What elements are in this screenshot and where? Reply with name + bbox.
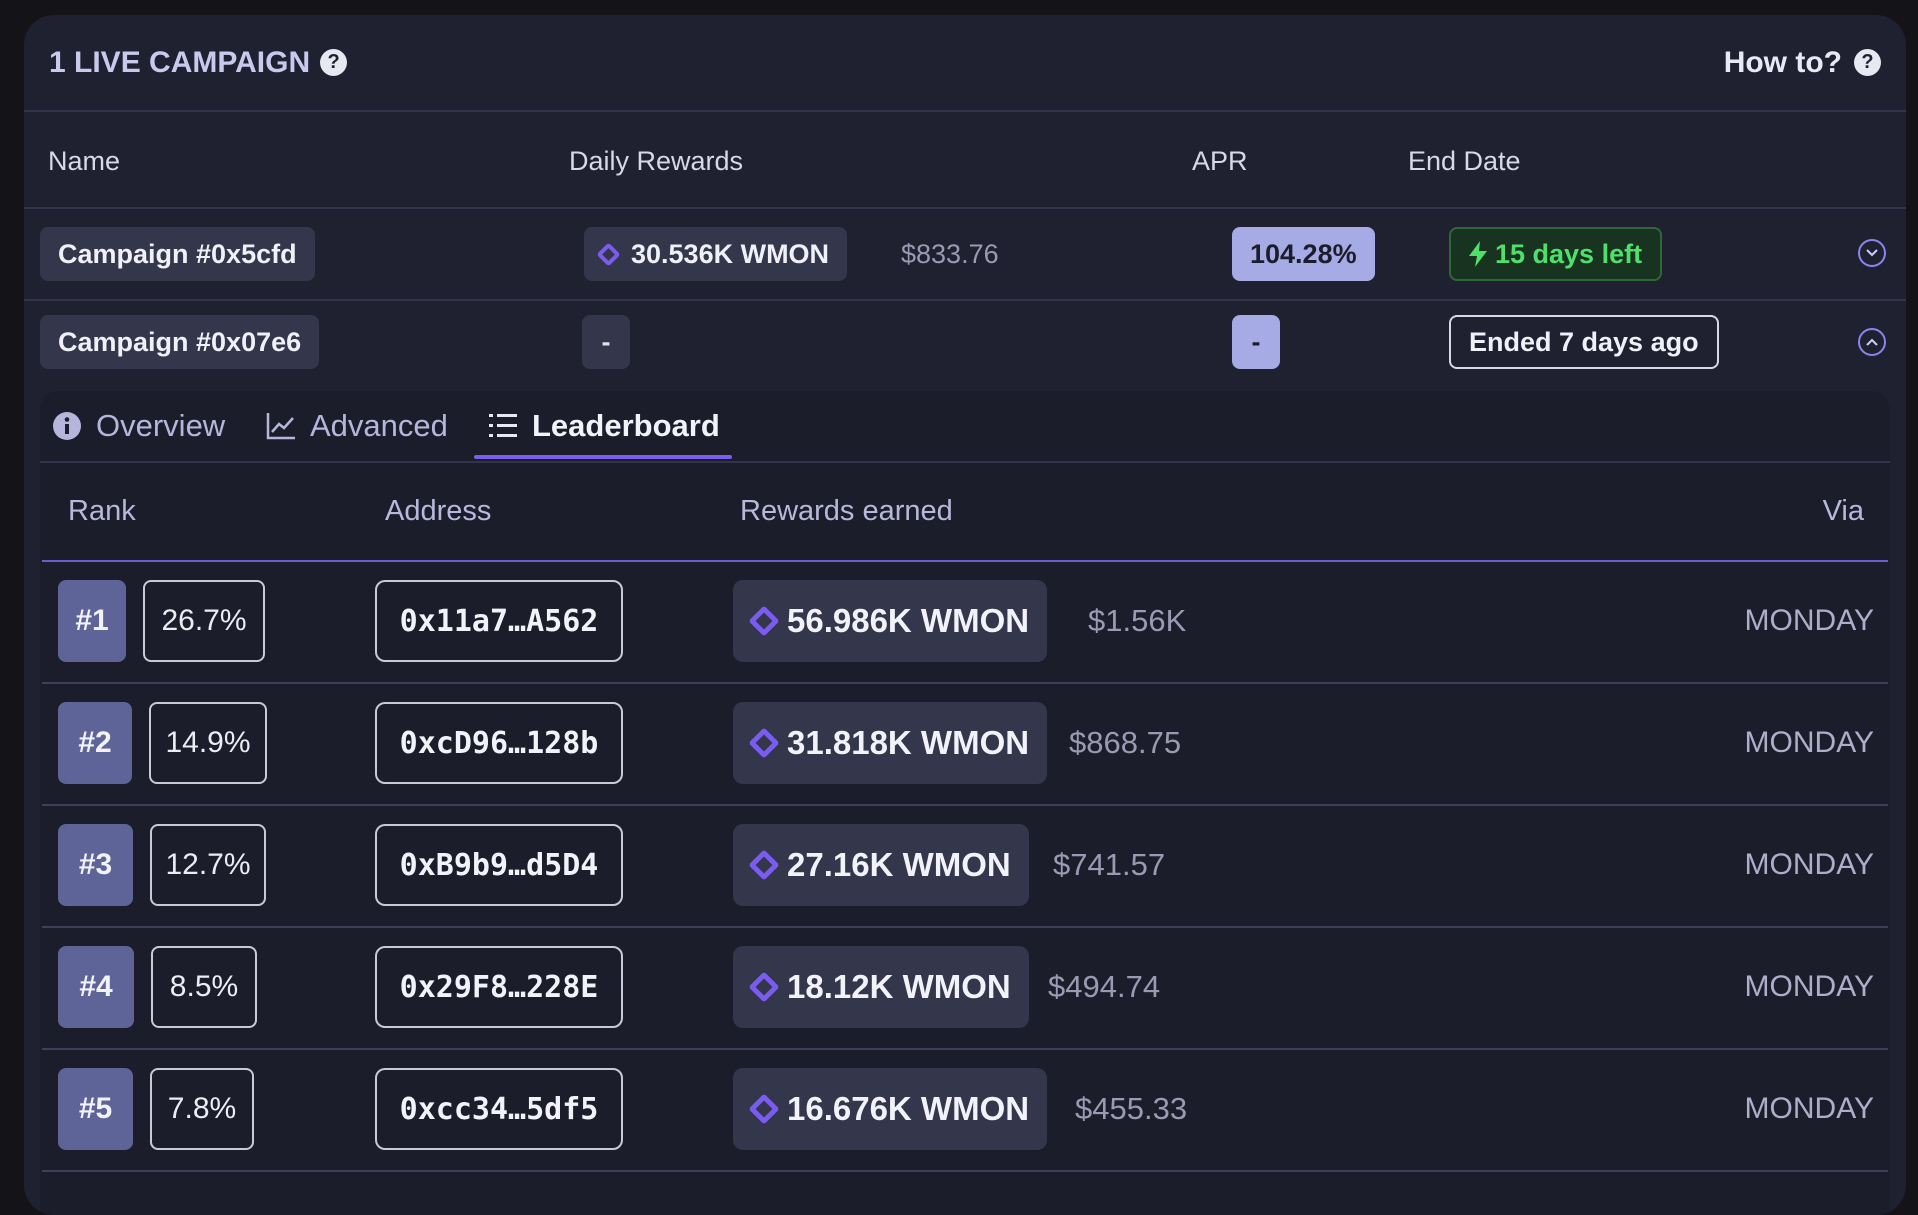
help-icon[interactable]: ?: [1854, 49, 1881, 76]
leaderboard-row[interactable]: #4 8.5% 0x29F8…228E 18.12K WMON $494.74 …: [42, 928, 1888, 1050]
apr-badge: -: [1232, 315, 1280, 369]
campaign-row[interactable]: Campaign #0x07e6 - - Ended 7 days ago: [24, 301, 1906, 391]
address-badge[interactable]: 0x11a7…A562: [375, 580, 623, 662]
daily-reward-usd: $833.76: [901, 239, 999, 269]
tab-leaderboard[interactable]: Leaderboard: [488, 391, 720, 461]
share-percent: 26.7%: [143, 580, 265, 662]
column-via: Via: [1822, 495, 1864, 527]
live-campaign-label: 1 LIVE CAMPAIGN: [49, 45, 311, 79]
reward-usd: $1.56K: [1088, 603, 1187, 638]
info-icon: [52, 411, 82, 441]
campaign-row[interactable]: Campaign #0x5cfd 30.536K WMON $833.76 10…: [24, 209, 1906, 301]
reward-usd: $494.74: [1048, 969, 1161, 1004]
rank-badge: #5: [58, 1068, 133, 1150]
reward-badge: 56.986K WMON: [733, 580, 1048, 662]
rank-badge: #2: [58, 702, 132, 784]
tab-leaderboard-label[interactable]: Leaderboard: [532, 408, 720, 444]
ended-badge: Ended 7 days ago: [1449, 315, 1719, 369]
active-tab-indicator: [474, 455, 732, 459]
leaderboard-header: Rank Address Rewards earned Via: [42, 463, 1888, 562]
share-percent: 7.8%: [150, 1068, 254, 1150]
column-apr: APR: [1192, 146, 1248, 176]
wmon-token-icon: [748, 727, 780, 759]
share-percent: 12.7%: [150, 824, 266, 906]
campaign-name-badge: Campaign #0x07e6: [40, 315, 320, 369]
column-address: Address: [385, 495, 492, 527]
reward-usd: $741.57: [1053, 847, 1166, 882]
how-to-link[interactable]: How to? ?: [1724, 46, 1881, 80]
tab-advanced-label[interactable]: Advanced: [310, 408, 448, 444]
column-daily-rewards: Daily Rewards: [569, 146, 744, 176]
address-badge[interactable]: 0xB9b9…d5D4: [375, 824, 623, 906]
address-badge[interactable]: 0xcc34…5df5: [375, 1068, 623, 1150]
days-left-badge: 15 days left: [1449, 227, 1663, 281]
reward-amount: 31.818K WMON: [787, 724, 1030, 761]
reward-amount: 18.12K WMON: [787, 968, 1011, 1005]
reward-badge: 31.818K WMON: [733, 702, 1048, 784]
via-label: MONDAY: [1744, 970, 1874, 1003]
column-rewards-earned: Rewards earned: [740, 495, 953, 527]
column-end-date: End Date: [1408, 146, 1521, 176]
campaign-panel: 1 LIVE CAMPAIGN ? How to? ? Name Daily R…: [24, 15, 1906, 1215]
leaderboard-row[interactable]: #1 26.7% 0x11a7…A562 56.986K WMON $1.56K…: [42, 562, 1888, 684]
reward-usd: $455.33: [1075, 1091, 1188, 1126]
reward-amount: 56.986K WMON: [787, 602, 1030, 639]
via-label: MONDAY: [1744, 1092, 1874, 1125]
column-name: Name: [48, 146, 121, 176]
help-icon[interactable]: ?: [320, 49, 348, 76]
rank-badge: #3: [58, 824, 133, 906]
reward-badge: 18.12K WMON: [733, 946, 1029, 1028]
reward-badge: 27.16K WMON: [733, 824, 1029, 906]
reward-badge: 16.676K WMON: [733, 1068, 1048, 1150]
tab-advanced[interactable]: Advanced: [266, 391, 448, 461]
wmon-token-icon: [748, 605, 780, 637]
rank-badge: #4: [58, 946, 134, 1028]
via-label: MONDAY: [1744, 848, 1874, 881]
wmon-token-icon: [596, 241, 621, 267]
daily-reward-badge: -: [582, 315, 630, 369]
details-tabs: Overview Advanced Leaderboard: [40, 391, 1890, 463]
wmon-token-icon: [748, 1093, 780, 1125]
expand-chevron-down-icon[interactable]: [1858, 239, 1886, 267]
leaderboard-row[interactable]: #3 12.7% 0xB9b9…d5D4 27.16K WMON $741.57…: [42, 806, 1888, 928]
campaign-name-badge: Campaign #0x5cfd: [40, 227, 315, 281]
campaign-table-header: Name Daily Rewards APR End Date: [24, 112, 1906, 209]
wmon-token-icon: [748, 849, 780, 881]
how-to-label[interactable]: How to?: [1724, 46, 1842, 80]
column-rank: Rank: [68, 495, 136, 527]
wmon-token-icon: [748, 971, 780, 1003]
days-left-text: 15 days left: [1495, 238, 1643, 269]
reward-amount: 27.16K WMON: [787, 846, 1011, 883]
share-percent: 8.5%: [151, 946, 257, 1028]
via-label: MONDAY: [1744, 726, 1874, 759]
apr-badge: 104.28%: [1232, 227, 1375, 281]
leaderboard-row[interactable]: #2 14.9% 0xcD96…128b 31.818K WMON $868.7…: [42, 684, 1888, 806]
lightning-icon: [1469, 241, 1487, 267]
via-label: MONDAY: [1744, 604, 1874, 637]
panel-header: 1 LIVE CAMPAIGN ? How to? ?: [24, 15, 1906, 112]
reward-amount: 16.676K WMON: [787, 1090, 1030, 1127]
collapse-chevron-up-icon[interactable]: [1858, 328, 1886, 356]
campaign-details: Overview Advanced Leaderboard Rank Addre…: [40, 391, 1890, 1215]
tab-overview-label[interactable]: Overview: [96, 408, 225, 444]
share-percent: 14.9%: [149, 702, 267, 784]
live-campaign-title: 1 LIVE CAMPAIGN ?: [49, 45, 348, 80]
daily-reward-amount: 30.536K WMON: [631, 238, 830, 269]
reward-usd: $868.75: [1069, 725, 1182, 760]
tab-overview[interactable]: Overview: [52, 391, 225, 461]
address-badge[interactable]: 0xcD96…128b: [375, 702, 623, 784]
leaderboard-row[interactable]: #5 7.8% 0xcc34…5df5 16.676K WMON $455.33…: [42, 1050, 1888, 1172]
rank-badge: #1: [58, 580, 126, 662]
address-badge[interactable]: 0x29F8…228E: [375, 946, 623, 1028]
list-icon: [488, 412, 518, 440]
line-chart-icon: [266, 412, 296, 440]
daily-reward-badge: 30.536K WMON: [584, 227, 848, 281]
